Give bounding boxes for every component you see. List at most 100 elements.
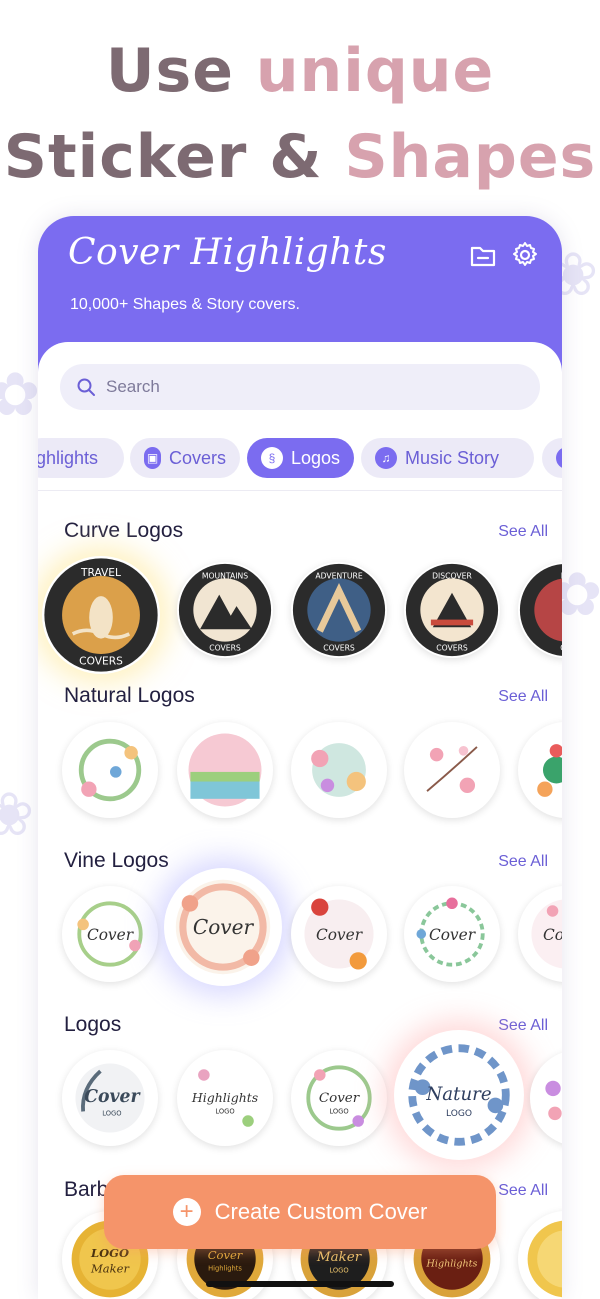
tab-highlights[interactable]: ghlights (38, 438, 124, 478)
vine-wreath-icon: Cover (175, 879, 271, 975)
adventure-logo-icon: ADVENTURE COVERS (292, 563, 386, 657)
bird-wreath-icon (311, 743, 366, 797)
curve-logo-item[interactable]: DISCOVER COVERS (404, 562, 500, 658)
gold-badge-icon (527, 1220, 562, 1298)
logo-bottom-text: COVERS (209, 643, 241, 652)
tab-label: Music Story (405, 447, 500, 468)
logo-bottom-text: COVERS (79, 655, 123, 668)
create-custom-cover-button[interactable]: + Create Custom Cover (104, 1175, 496, 1249)
tab-more[interactable] (542, 438, 562, 478)
logo-text: Cover (208, 1248, 244, 1262)
logo-subtext: Maker (90, 1261, 130, 1275)
logos-row: Cover LOGO Highlights LOGO Cover LOGO Natur… (38, 1022, 562, 1160)
floral-logo-icon: Co (545, 1080, 562, 1121)
badge-logo-item[interactable] (518, 1211, 562, 1299)
section-title-curve-logos: Curve Logos (64, 519, 184, 542)
natural-logo-item[interactable] (404, 722, 500, 818)
logo-subtext: Highlights (208, 1265, 242, 1273)
home-indicator[interactable] (206, 1281, 394, 1287)
search-icon (77, 378, 95, 396)
app-subtitle: 10,000+ Shapes & Story covers. (70, 296, 300, 313)
tab-label: Covers (168, 447, 226, 468)
wreath-logo-icon: CoverLOGO (306, 1065, 372, 1131)
floral-logo-icon: Highlights LOGO (191, 1069, 258, 1127)
vine-wreath-icon: Cover (416, 897, 485, 967)
search-input[interactable]: Search (60, 364, 540, 410)
logo-text: Highlights (191, 1090, 258, 1105)
landscape-wreath-icon (188, 733, 262, 807)
see-all-barb[interactable]: See All (498, 1182, 548, 1200)
logo-item[interactable]: Nature LOGO (394, 1030, 524, 1160)
discover-logo-icon: DISCOVER COVERS (405, 563, 499, 657)
see-all-curve-logos[interactable]: See All (498, 523, 548, 541)
background-flower-doodle: ❀ (0, 780, 35, 850)
curve-logo-icon: FO CO (519, 564, 562, 656)
vine-logo-item[interactable]: Cover (62, 886, 158, 982)
logo-text: Cover (316, 926, 364, 944)
search-placeholder: Search (106, 377, 160, 396)
category-tabs: ghlights ▣ Covers § Logos ♫ Music Story (38, 438, 562, 480)
plus-icon: + (172, 1198, 201, 1226)
logo-item[interactable]: Highlights LOGO (177, 1050, 273, 1146)
logo-subtext: Highlights (426, 1259, 478, 1270)
settings-gear-icon[interactable] (510, 240, 540, 270)
folder-icon[interactable] (468, 240, 498, 270)
logo-item[interactable]: Co (530, 1050, 562, 1146)
logo-item[interactable]: Cover LOGO (62, 1050, 158, 1146)
headline-word: Shapes (344, 122, 597, 192)
logo-top-text: FO (561, 571, 562, 580)
headphones-icon: ♫ (375, 447, 397, 469)
blossom-icon (426, 746, 478, 794)
curve-logo-item[interactable]: TRAVEL COVERS (42, 556, 160, 674)
logo-text: Cover (87, 926, 135, 944)
tab-logos[interactable]: § Logos (247, 438, 354, 478)
vine-wreath-icon: Cover (304, 898, 374, 970)
logo-bottom-text: COVERS (323, 643, 355, 652)
vine-wreath-icon: Cover (531, 899, 562, 969)
vine-logo-item[interactable]: Cover (291, 886, 387, 982)
logo-text: Cover (319, 1091, 361, 1106)
natural-logo-item[interactable] (62, 722, 158, 818)
natural-logos-row (38, 716, 562, 826)
background-flower-doodle: ✿ (0, 360, 41, 430)
curve-logo-item[interactable]: ADVENTURE COVERS (291, 562, 387, 658)
mountains-logo-icon: MOUNTAINS COVERS (178, 563, 272, 657)
section-title-natural-logos: Natural Logos (64, 684, 195, 707)
natural-logo-item[interactable] (291, 722, 387, 818)
vine-logo-item[interactable]: Cover (518, 886, 562, 982)
logo-top-text: DISCOVER (432, 571, 472, 580)
vine-logo-item[interactable]: Cover (164, 868, 282, 986)
app-title: Cover Highlights (68, 232, 387, 273)
tab-music-story[interactable]: ♫ Music Story (361, 438, 534, 478)
curve-logos-row: TRAVEL COVERS MOUNTAINS COVERS ADVENTURE… (38, 552, 562, 674)
vine-logos-row: Cover Cover Cover Cover Cover (38, 868, 562, 986)
logo-icon: § (261, 447, 283, 469)
logo-top-text: MOUNTAINS (202, 571, 248, 580)
logo-text: Nature (425, 1084, 491, 1105)
logo-bottom-text: COVERS (436, 643, 468, 652)
logo-text: Maker (316, 1250, 363, 1265)
logo-subtext: LOGO (102, 1109, 121, 1117)
headline-word: unique (255, 36, 495, 106)
logo-top-text: ADVENTURE (315, 571, 362, 580)
logo-text: Cover (193, 915, 255, 939)
natural-logo-item[interactable] (177, 722, 273, 818)
tab-icon (556, 447, 562, 469)
vine-logo-item[interactable]: Cover (404, 886, 500, 982)
logo-text: Cover (84, 1087, 141, 1107)
natural-logo-item[interactable] (518, 722, 562, 818)
curve-logo-item[interactable]: MOUNTAINS COVERS (177, 562, 273, 658)
tab-covers[interactable]: ▣ Covers (130, 438, 240, 478)
cta-label: Create Custom Cover (214, 1199, 428, 1224)
tab-label: ghlights (38, 447, 99, 468)
logo-text: Cover (543, 926, 562, 944)
phone-screen: Cover Highlights 10,000+ Shapes & Story … (38, 216, 562, 1299)
vine-wreath-icon: Cover (77, 901, 143, 967)
divider (38, 490, 562, 491)
logo-item[interactable]: Cover LOGO (291, 1050, 387, 1146)
see-all-natural-logos[interactable]: See All (498, 688, 548, 706)
parrot-icon (537, 744, 562, 797)
curve-logo-item[interactable]: FO CO (518, 562, 562, 658)
headline-word: Sticker & (3, 122, 345, 192)
logo-subtext: LOGO (215, 1107, 234, 1115)
